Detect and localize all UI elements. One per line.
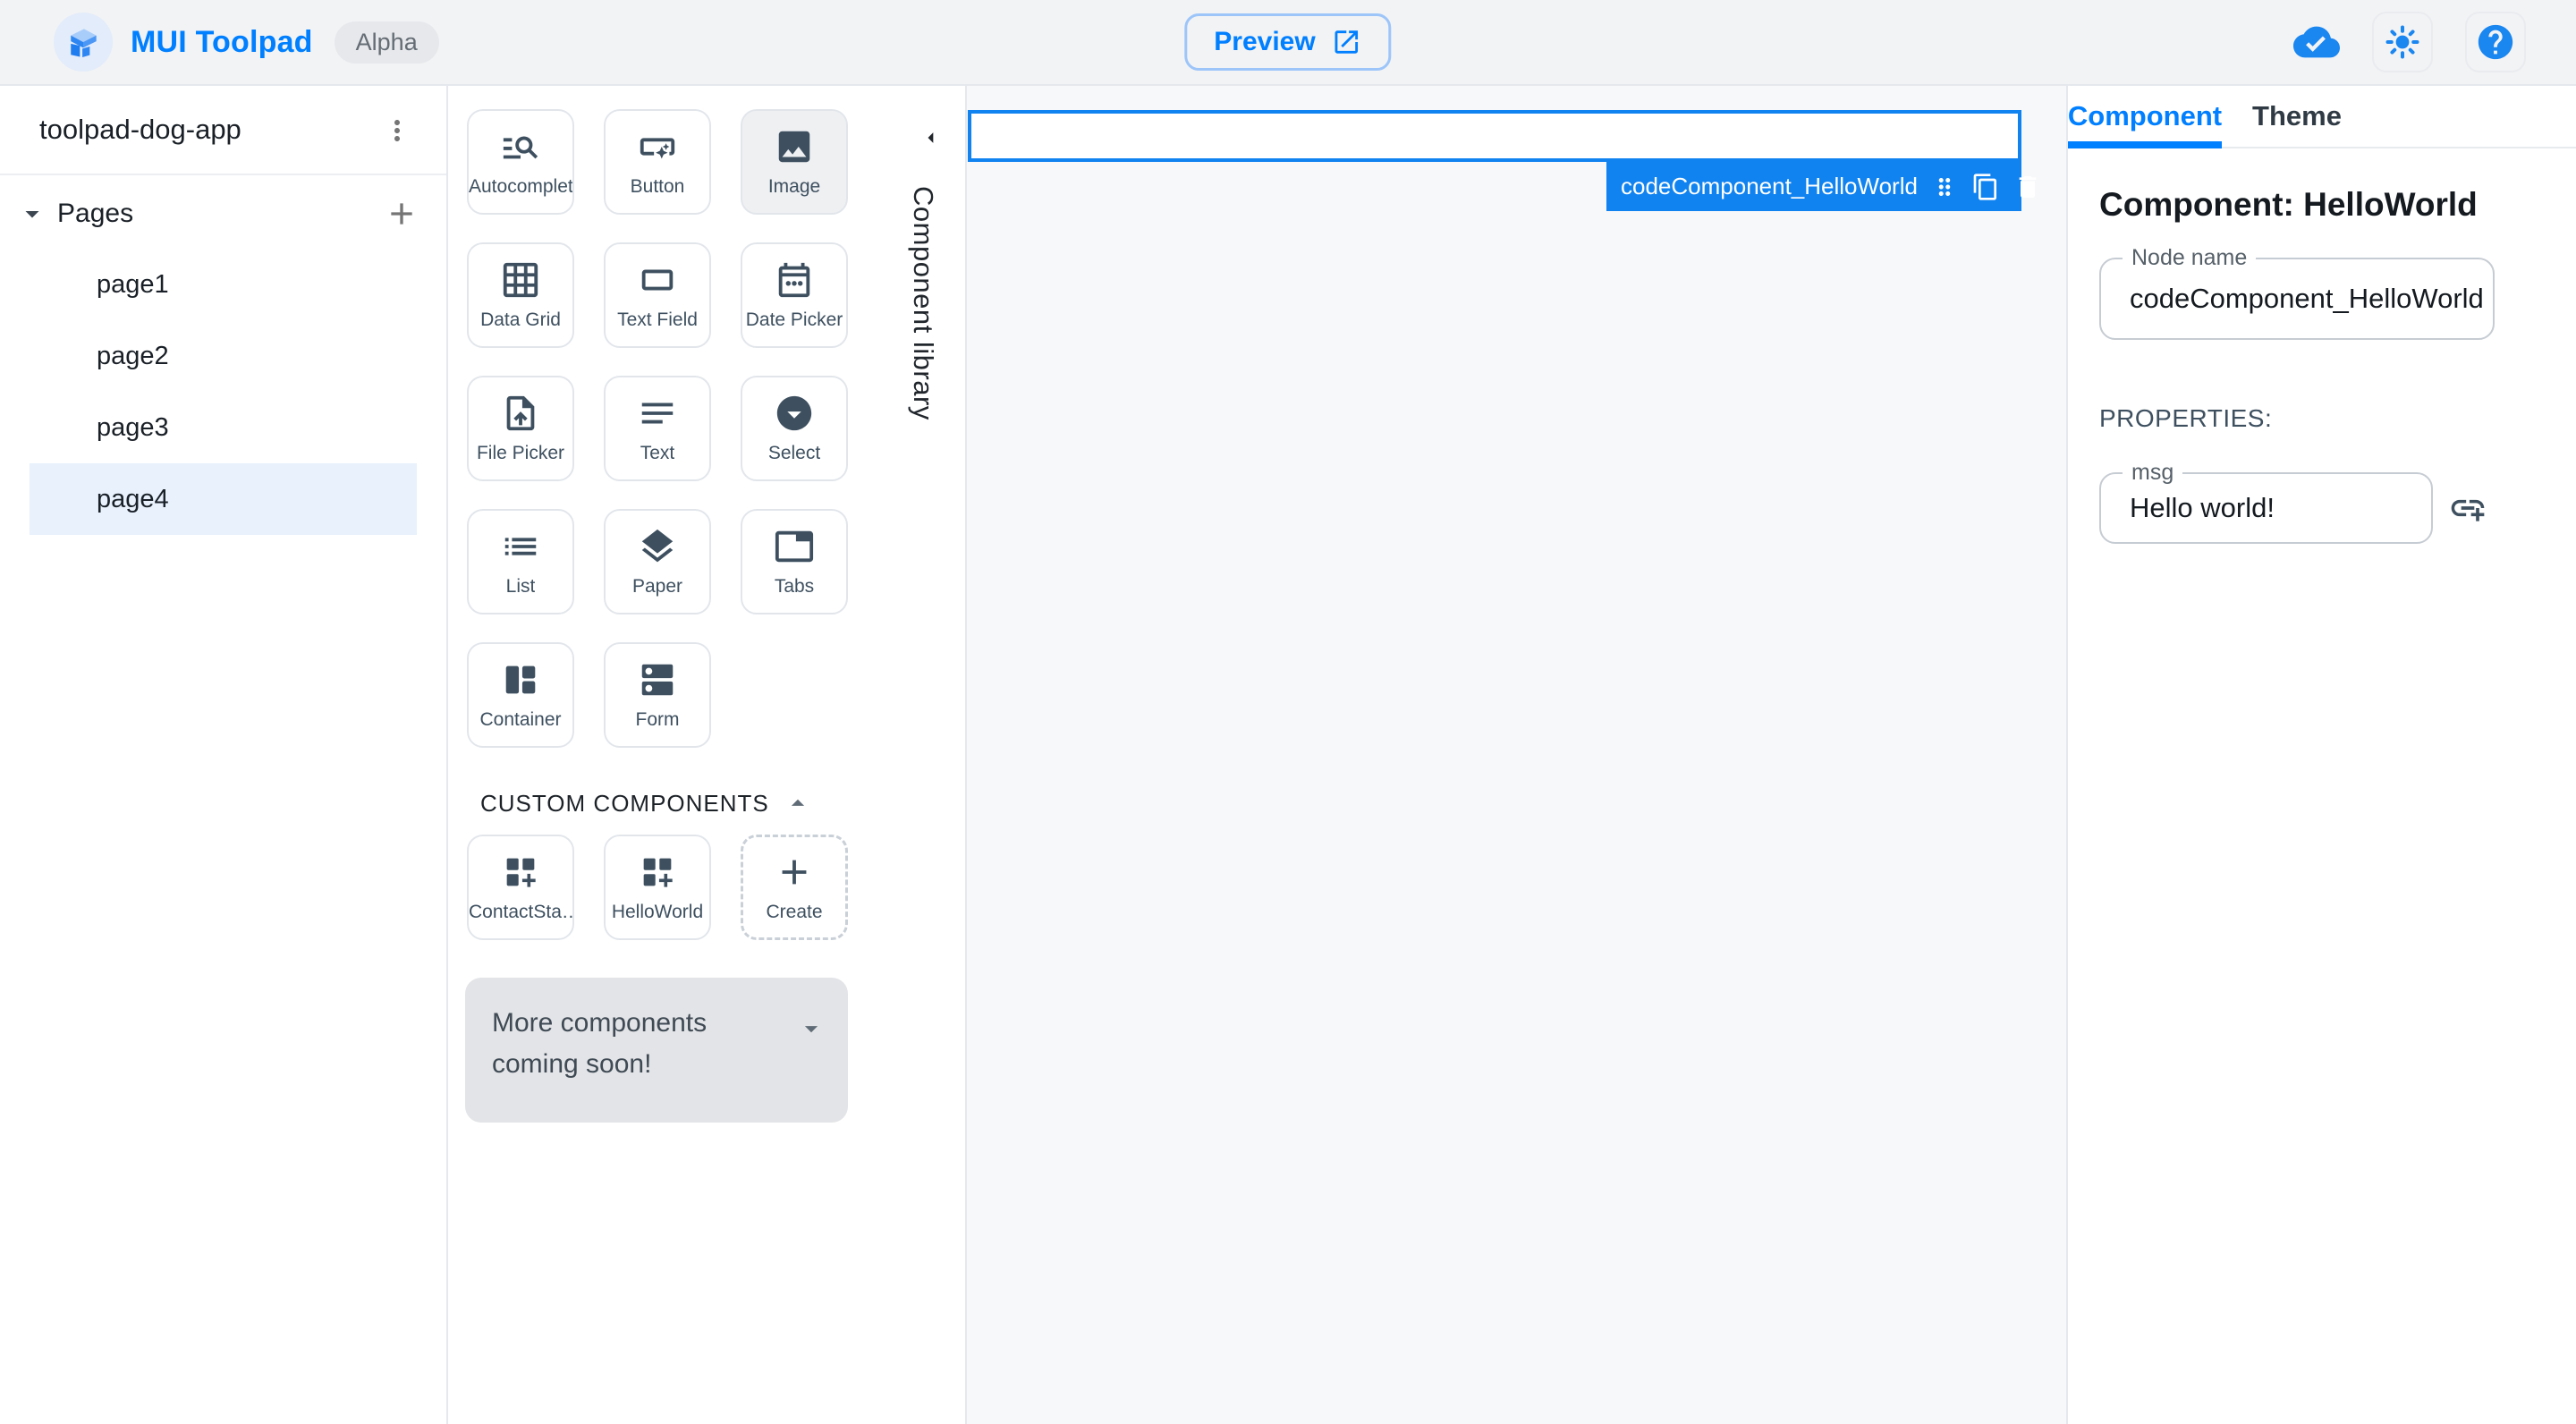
components-grid: Autocomplete Button Image Data Grid Text Fie… [467, 109, 848, 748]
coming-soon-text: More components coming soon! [492, 1008, 708, 1079]
sidebar-page-item-page2[interactable]: page2 [0, 320, 446, 392]
tab-theme[interactable]: Theme [2222, 86, 2372, 147]
component-tile-container[interactable]: Container [467, 642, 574, 748]
component-tile-text-field[interactable]: Text Field [604, 242, 711, 348]
date-picker-icon [774, 259, 815, 301]
component-library-panel: Autocomplete Button Image Data Grid Text Fie… [450, 86, 967, 1424]
component-tile-text[interactable]: Text [604, 376, 711, 481]
main-area: toolpad-dog-app Pages page1 page2 page3 … [0, 86, 2576, 1424]
component-tile-select[interactable]: Select [741, 376, 848, 481]
button-icon [637, 126, 678, 167]
project-row: toolpad-dog-app [0, 86, 446, 175]
plus-icon [391, 203, 412, 225]
help-icon [2478, 24, 2513, 60]
add-page-button[interactable] [383, 195, 420, 233]
custom-component-icon [637, 852, 678, 893]
tab-component[interactable]: Component [2068, 86, 2222, 148]
file-picker-icon [500, 393, 541, 434]
tabs-icon [774, 526, 815, 567]
form-icon [637, 659, 678, 700]
delete-node-button[interactable] [2013, 173, 2042, 201]
app-title: MUI Toolpad [131, 24, 313, 59]
pages-section-label: Pages [57, 199, 134, 228]
mui-toolpad-logo [54, 13, 113, 72]
custom-component-icon [500, 852, 541, 893]
paper-icon [637, 526, 678, 567]
sidebar-page-item-page4[interactable]: page4 [30, 463, 417, 535]
drag-handle-icon[interactable] [1931, 174, 1958, 200]
component-tile-tabs[interactable]: Tabs [741, 509, 848, 615]
component-tile-contactsta-[interactable]: ContactSta… [467, 835, 574, 940]
component-tile-image[interactable]: Image [741, 109, 848, 215]
chevron-down-icon [804, 1026, 818, 1033]
pages-tree-header: Pages [0, 177, 446, 250]
canvas[interactable]: codeComponent_HelloWorld [967, 86, 2066, 1424]
image-icon [774, 126, 815, 167]
create-component-tile[interactable]: Create [741, 835, 848, 940]
msg-value[interactable]: Hello world! [2130, 474, 2275, 542]
component-tile-file-picker[interactable]: File Picker [467, 376, 574, 481]
mui-toolpad-app: MUI Toolpad Alpha Preview toolpad-dog-ap… [0, 0, 2576, 1424]
preview-button-label: Preview [1214, 27, 1316, 56]
open-in-new-icon [1335, 30, 1359, 54]
mui-toolpad-logo-icon [71, 29, 97, 57]
add-link-icon [2451, 499, 2485, 521]
component-library-rail-label: Component library [908, 186, 939, 420]
node-name-value[interactable]: codeComponent_HelloWorld [2130, 259, 2484, 338]
inspector-panel: Component Theme Component: HelloWorld No… [2066, 86, 2576, 1424]
pages-list: page1 page2 page3 page4 [0, 249, 446, 535]
component-tile-form[interactable]: Form [604, 642, 711, 748]
add-icon [774, 852, 815, 893]
coming-soon-banner[interactable]: More components coming soon! [465, 978, 848, 1123]
app-header: MUI Toolpad Alpha Preview [0, 0, 2576, 86]
inspector-tabs: Component Theme [2068, 86, 2576, 148]
collapse-library-button[interactable] [919, 125, 944, 150]
component-tile-paper[interactable]: Paper [604, 509, 711, 615]
help-button[interactable] [2465, 12, 2526, 72]
text-field-icon [637, 259, 678, 301]
duplicate-node-button[interactable] [1971, 173, 2000, 201]
sidebar-page-item-page1[interactable]: page1 [0, 249, 446, 320]
header-actions [2293, 12, 2526, 72]
custom-components-section-header[interactable]: CUSTOM COMPONENTS [480, 785, 813, 821]
project-menu-button[interactable] [378, 112, 416, 149]
theme-toggle-button[interactable] [2372, 12, 2433, 72]
pages-collapse-caret-icon[interactable] [16, 198, 48, 230]
container-icon [500, 659, 541, 700]
component-tile-autocomplete[interactable]: Autocomplete [467, 109, 574, 215]
chevron-up-icon [791, 799, 805, 806]
kebab-menu-icon [394, 120, 400, 141]
text-icon [637, 393, 678, 434]
pages-sidebar: toolpad-dog-app Pages page1 page2 page3 … [0, 86, 448, 1424]
properties-section-label: PROPERTIES: [2099, 404, 2273, 432]
arrow-left-icon [928, 132, 934, 143]
list-icon [500, 526, 541, 567]
autocomplete-icon [500, 126, 541, 167]
preview-button[interactable]: Preview [1184, 13, 1392, 71]
msg-field[interactable]: msg Hello world! [2099, 460, 2433, 544]
component-tile-data-grid[interactable]: Data Grid [467, 242, 574, 348]
brightness-sun-icon [2385, 25, 2419, 59]
node-name-field[interactable]: Node name codeComponent_HelloWorld [2099, 245, 2495, 340]
custom-components-label: CUSTOM COMPONENTS [480, 789, 769, 817]
project-name: toolpad-dog-app [39, 114, 242, 145]
custom-components-grid: ContactSta… HelloWorld Create [467, 835, 848, 940]
selected-node-label: codeComponent_HelloWorld [1621, 173, 1918, 199]
bind-property-button[interactable] [2446, 487, 2489, 530]
selected-node-chip: codeComponent_HelloWorld [1606, 162, 2037, 211]
component-tile-button[interactable]: Button [604, 109, 711, 215]
data-grid-icon [500, 259, 541, 301]
version-badge: Alpha [334, 21, 439, 64]
component-tile-date-picker[interactable]: Date Picker [741, 242, 848, 348]
component-heading: Component: HelloWorld [2099, 186, 2478, 223]
component-tile-list[interactable]: List [467, 509, 574, 615]
component-tile-helloworld[interactable]: HelloWorld [604, 835, 711, 940]
selected-component-outline[interactable] [968, 110, 2021, 162]
cloud-done-icon [2293, 26, 2340, 58]
sidebar-page-item-page3[interactable]: page3 [0, 392, 446, 463]
select-icon [774, 393, 815, 434]
